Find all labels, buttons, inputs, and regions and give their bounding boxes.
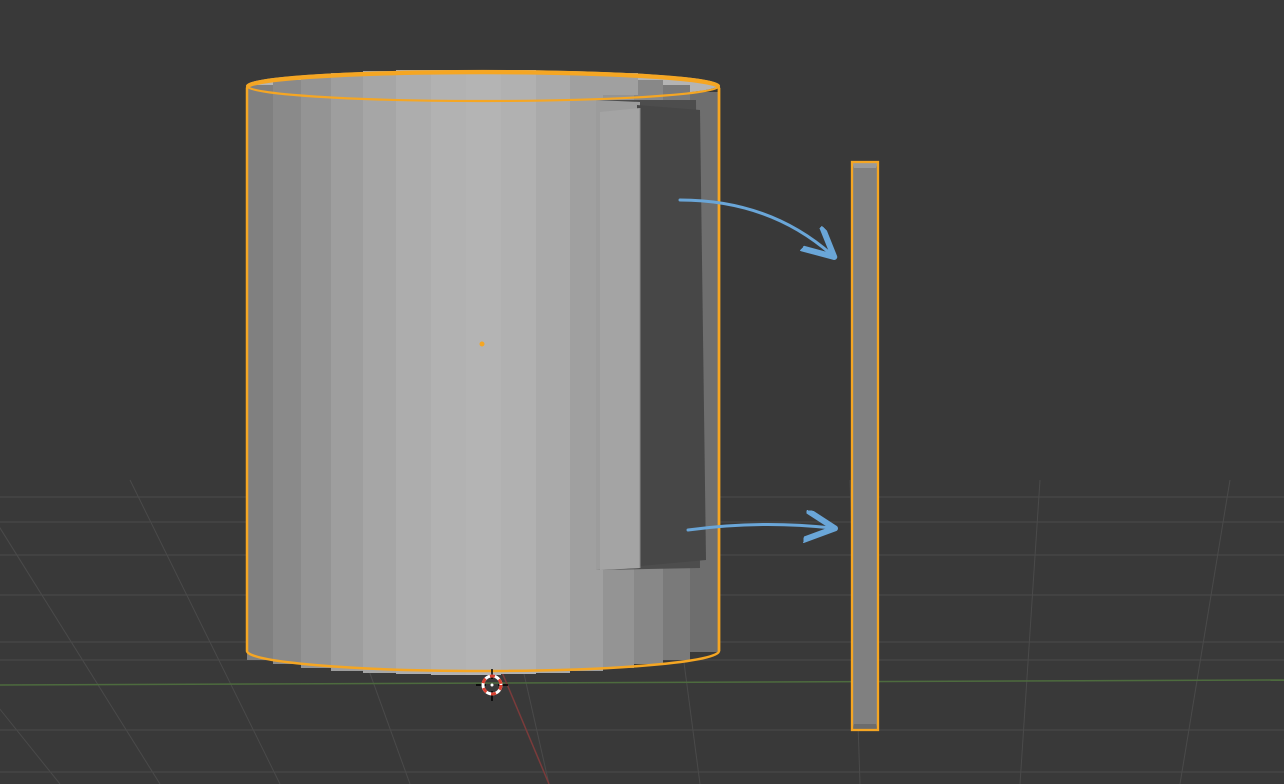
handle-plane[interactable] — [852, 162, 878, 730]
object-origin-dot — [480, 342, 485, 347]
viewport-3d[interactable] — [0, 0, 1284, 784]
cylinder-handle-gap — [600, 105, 706, 570]
